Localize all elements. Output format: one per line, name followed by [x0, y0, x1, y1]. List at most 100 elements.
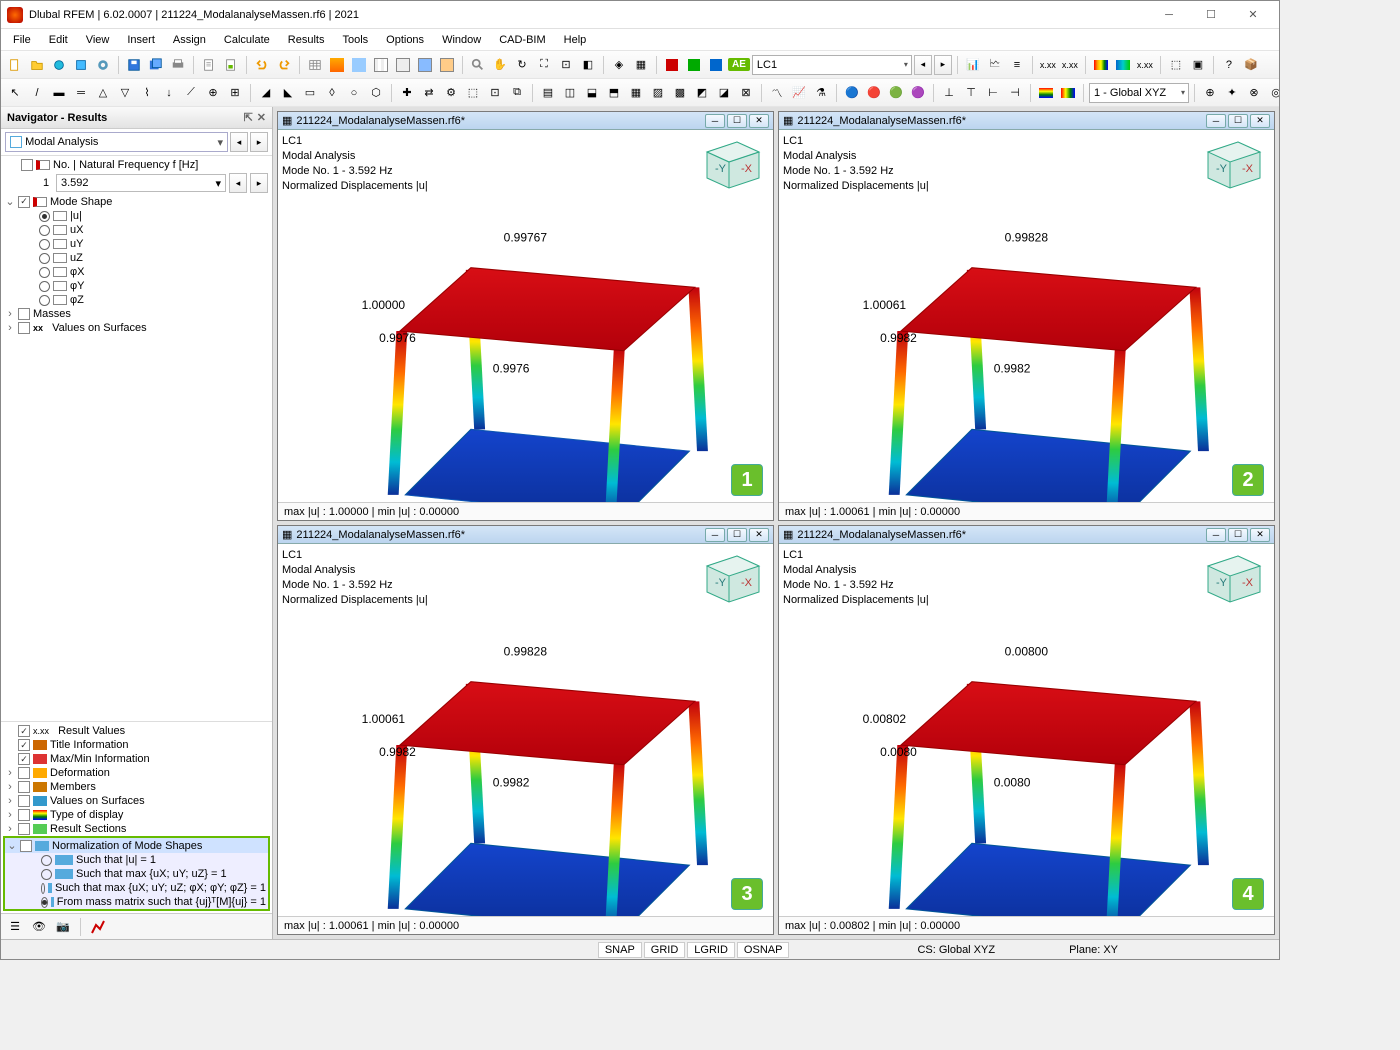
sel-next[interactable]: ▸: [250, 132, 268, 152]
zoom-icon[interactable]: [468, 55, 488, 75]
norm4-radio[interactable]: [41, 897, 48, 908]
filter-icon[interactable]: ⚗: [811, 83, 831, 103]
diag3-icon[interactable]: ≡: [1007, 55, 1027, 75]
view-min[interactable]: ─: [1206, 528, 1226, 542]
grid1-icon[interactable]: [327, 55, 347, 75]
menu-assign[interactable]: Assign: [165, 32, 214, 48]
view-close[interactable]: ✕: [1250, 114, 1270, 128]
view-close[interactable]: ✕: [749, 114, 769, 128]
grid2-icon[interactable]: [349, 55, 369, 75]
cs2-icon[interactable]: ✦: [1222, 83, 1242, 103]
zoom-sel-icon[interactable]: ⛶: [534, 55, 554, 75]
menu-insert[interactable]: Insert: [119, 32, 163, 48]
rv-check[interactable]: [18, 725, 30, 737]
view-close[interactable]: ✕: [1250, 528, 1270, 542]
maximize-button[interactable]: ☐: [1191, 4, 1231, 26]
val-icon[interactable]: x.xx: [1038, 55, 1058, 75]
g3-icon[interactable]: 🟢: [886, 83, 906, 103]
view-max[interactable]: ☐: [727, 114, 747, 128]
support2-icon[interactable]: ▽: [115, 83, 135, 103]
view-max[interactable]: ☐: [1228, 114, 1248, 128]
cross-icon[interactable]: ⊕: [203, 83, 223, 103]
norm-check[interactable]: [20, 840, 32, 852]
iso-icon[interactable]: ◈: [609, 55, 629, 75]
lgrid-toggle[interactable]: LGRID: [687, 942, 735, 958]
orientation-cube[interactable]: -Y-X: [697, 134, 767, 194]
spring-icon[interactable]: ⌇: [137, 83, 157, 103]
menu-calculate[interactable]: Calculate: [216, 32, 278, 48]
def-check[interactable]: [18, 767, 30, 779]
link-icon[interactable]: ⟋: [181, 83, 201, 103]
arrow-icon[interactable]: ↖: [5, 83, 25, 103]
mem-check[interactable]: [18, 781, 30, 793]
phiy-radio[interactable]: [39, 281, 50, 292]
block-icon[interactable]: [71, 55, 91, 75]
view-min[interactable]: ─: [705, 528, 725, 542]
beam-icon[interactable]: ═: [71, 83, 91, 103]
shape6-icon[interactable]: ⬡: [366, 83, 386, 103]
t4-icon[interactable]: ⬚: [463, 83, 483, 103]
menu-results[interactable]: Results: [280, 32, 333, 48]
render2-icon[interactable]: [684, 55, 704, 75]
freq-value-dropdown[interactable]: 3.592▾: [56, 174, 226, 192]
line-icon[interactable]: /: [27, 83, 47, 103]
orientation-cube[interactable]: -Y-X: [1198, 134, 1268, 194]
open-icon[interactable]: [27, 55, 47, 75]
analysis-dropdown[interactable]: Modal Analysis: [5, 132, 228, 152]
orientation-cube[interactable]: -Y-X: [1198, 548, 1268, 608]
view-max[interactable]: ☐: [1228, 528, 1248, 542]
freq-prev[interactable]: ◂: [229, 173, 247, 193]
grid6-icon[interactable]: [437, 55, 457, 75]
view2-icon[interactable]: ▣: [1188, 55, 1208, 75]
diag-icon[interactable]: 📊: [963, 55, 983, 75]
member-icon[interactable]: ▬: [49, 83, 69, 103]
doc-icon[interactable]: [199, 55, 219, 75]
tod-check[interactable]: [18, 809, 30, 821]
m5-icon[interactable]: ▦: [626, 83, 646, 103]
phix-radio[interactable]: [39, 267, 50, 278]
redo-icon[interactable]: [274, 55, 294, 75]
lc-next[interactable]: ▸: [934, 55, 952, 75]
sec3-icon[interactable]: ⊢: [983, 83, 1003, 103]
menu-window[interactable]: Window: [434, 32, 489, 48]
rs-expand[interactable]: ›: [5, 823, 15, 835]
m4-icon[interactable]: ⬒: [604, 83, 624, 103]
grid5-icon[interactable]: [415, 55, 435, 75]
save-all-icon[interactable]: [146, 55, 166, 75]
render3-icon[interactable]: [706, 55, 726, 75]
phiz-radio[interactable]: [39, 295, 50, 306]
norm1-radio[interactable]: [41, 855, 52, 866]
shape4-icon[interactable]: ◊: [322, 83, 342, 103]
viewport-2[interactable]: ▦211224_ModalanalyseMassen.rf6* ─☐✕ LC1M…: [778, 111, 1275, 521]
disp-icon[interactable]: [1036, 83, 1056, 103]
rs-check[interactable]: [18, 823, 30, 835]
cube-icon[interactable]: ⬚: [1166, 55, 1186, 75]
m3-icon[interactable]: ⬓: [582, 83, 602, 103]
table-icon[interactable]: [305, 55, 325, 75]
shape1-icon[interactable]: ◢: [256, 83, 276, 103]
sec2-icon[interactable]: ⊤: [961, 83, 981, 103]
view-close[interactable]: ✕: [749, 528, 769, 542]
uz-radio[interactable]: [39, 253, 50, 264]
tab-data-icon[interactable]: ☰: [5, 917, 25, 937]
freq-head-check[interactable]: [21, 159, 33, 171]
grid4-icon[interactable]: [393, 55, 413, 75]
tab-views-icon[interactable]: 📷: [53, 917, 73, 937]
masses-check[interactable]: [18, 308, 30, 320]
chart-icon[interactable]: 〽: [767, 83, 787, 103]
ti-check[interactable]: [18, 739, 30, 751]
print-icon[interactable]: [168, 55, 188, 75]
mem-expand[interactable]: ›: [5, 781, 15, 793]
report-icon[interactable]: [221, 55, 241, 75]
vos2-expand[interactable]: ›: [5, 795, 15, 807]
t1-icon[interactable]: ✚: [397, 83, 417, 103]
viewport-3[interactable]: ▦211224_ModalanalyseMassen.rf6* ─☐✕ LC1M…: [277, 525, 774, 935]
vos-expand[interactable]: ›: [5, 322, 15, 334]
save-icon[interactable]: [124, 55, 144, 75]
shape3-icon[interactable]: ▭: [300, 83, 320, 103]
menu-options[interactable]: Options: [378, 32, 432, 48]
viewport-1[interactable]: ▦211224_ModalanalyseMassen.rf6* ─☐✕ LC1M…: [277, 111, 774, 521]
grid3-icon[interactable]: [371, 55, 391, 75]
sec4-icon[interactable]: ⊣: [1005, 83, 1025, 103]
menu-view[interactable]: View: [78, 32, 118, 48]
